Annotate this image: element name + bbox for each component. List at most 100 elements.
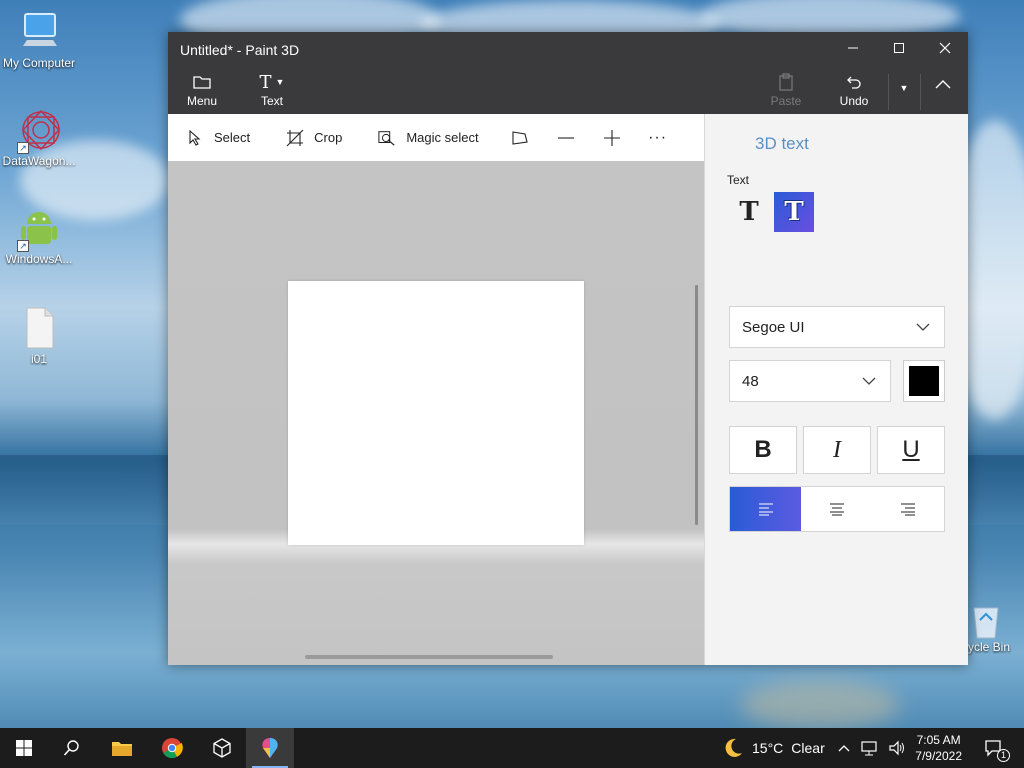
zoom-out-button[interactable]	[543, 114, 589, 161]
text-icon: T	[259, 71, 272, 93]
text-label: Text	[260, 94, 283, 108]
canvas[interactable]	[288, 281, 584, 545]
taskbar-chrome[interactable]	[148, 728, 196, 768]
folder-icon	[193, 76, 211, 89]
cube-icon	[213, 738, 231, 758]
desktop-icon-i01[interactable]: i01	[1, 306, 77, 366]
titlebar: Untitled* - Paint 3D Menu T ▼ Text Paste	[168, 32, 968, 114]
crop-tool[interactable]: Crop	[268, 114, 360, 161]
history-dropdown-button[interactable]: ▼	[894, 80, 914, 94]
chevron-up-icon[interactable]	[838, 744, 850, 752]
maximize-icon	[894, 43, 904, 53]
shortcut-arrow-icon: ↗	[17, 240, 29, 252]
undo-icon	[847, 76, 861, 89]
system-tray-icons	[838, 728, 906, 768]
close-icon	[939, 42, 951, 54]
taskbar: 15°C Clear 7:05 AM 7/9/2022 1	[0, 728, 1024, 768]
alignment-group	[729, 486, 945, 532]
canvas-area[interactable]	[168, 161, 704, 665]
3d-text-button[interactable]: T	[774, 192, 814, 232]
volume-icon[interactable]	[888, 740, 906, 756]
3d-text-panel: 3D text Text T T Segoe UI 48 B I U	[704, 114, 968, 665]
chevron-up-icon	[935, 80, 951, 89]
underline-button[interactable]: U	[877, 426, 945, 474]
taskbar-paint3d[interactable]	[246, 728, 294, 768]
close-button[interactable]	[922, 32, 968, 64]
italic-icon: I	[833, 436, 841, 463]
font-size-value: 48	[742, 372, 759, 390]
italic-button[interactable]: I	[803, 426, 871, 474]
weather-text: Clear	[791, 740, 825, 756]
shortcut-arrow-icon: ↗	[17, 142, 29, 154]
windows-logo-icon	[16, 740, 32, 756]
paste-icon	[779, 73, 793, 91]
weather-temp: 15°C	[752, 740, 784, 756]
crop-icon	[286, 129, 304, 147]
magic-select-label: Magic select	[406, 130, 479, 145]
desktop-icon-my-computer[interactable]: My Computer	[1, 10, 77, 70]
bold-button[interactable]: B	[729, 426, 797, 474]
vertical-scrollbar[interactable]	[695, 285, 698, 525]
chevron-down-icon: ▼	[899, 83, 909, 93]
chevron-down-icon: ▼	[275, 77, 285, 87]
more-options-button[interactable]: ···	[635, 114, 681, 161]
text-tool-button[interactable]: T ▼ Text	[252, 70, 292, 109]
desktop-icon-label: i01	[30, 352, 47, 366]
collapse-toolbar-button[interactable]	[930, 78, 956, 92]
magic-select-tool[interactable]: Magic select	[360, 114, 496, 161]
paste-label: Paste	[770, 94, 802, 108]
clock[interactable]: 7:05 AM 7/9/2022	[915, 732, 962, 764]
align-right-button[interactable]	[873, 487, 944, 531]
desktop-icon-recycle-bin[interactable]: cycle Bin	[962, 600, 1024, 654]
horizontal-scrollbar[interactable]	[305, 655, 553, 659]
align-center-icon	[829, 503, 844, 516]
mandala-icon: ↗	[17, 108, 61, 154]
desktop-icon-label: DataWagon...	[2, 154, 76, 168]
start-button[interactable]	[0, 728, 48, 768]
zoom-in-button[interactable]	[589, 114, 635, 161]
2d-text-button[interactable]: T	[729, 192, 769, 232]
undo-label: Undo	[839, 94, 869, 108]
bold-icon: B	[754, 436, 772, 463]
action-center-button[interactable]: 1	[974, 728, 1014, 768]
clock-date: 7/9/2022	[915, 749, 962, 763]
chrome-icon	[162, 738, 183, 759]
view-3d-button[interactable]	[497, 114, 543, 161]
align-left-button[interactable]	[730, 487, 802, 531]
text-section-label: Text	[727, 173, 750, 187]
search-icon	[63, 740, 79, 756]
magic-select-icon	[378, 129, 396, 147]
desktop-icon-windowsa[interactable]: ↗ WindowsA...	[1, 206, 77, 266]
menu-button[interactable]: Menu	[182, 70, 222, 108]
select-tool[interactable]: Select	[168, 114, 268, 161]
font-family-dropdown[interactable]: Segoe UI	[729, 306, 945, 348]
search-button[interactable]	[48, 728, 96, 768]
minimize-button[interactable]	[830, 32, 876, 64]
android-icon: ↗	[17, 206, 59, 252]
paint3d-icon	[262, 738, 278, 758]
desktop-icon-datawagon[interactable]: ↗ DataWagon...	[1, 108, 77, 168]
perspective-icon	[511, 129, 529, 147]
file-icon	[19, 306, 59, 350]
text-2d-icon: T	[739, 197, 759, 227]
taskbar-3d-viewer[interactable]	[198, 728, 246, 768]
weather-widget[interactable]: 15°C Clear	[722, 728, 825, 768]
align-center-button[interactable]	[801, 487, 872, 531]
chevron-down-icon	[916, 323, 930, 331]
notification-count: 1	[997, 749, 1010, 762]
paste-button[interactable]: Paste	[766, 70, 806, 108]
network-icon[interactable]	[860, 740, 878, 756]
undo-button[interactable]: Undo	[834, 70, 874, 108]
cursor-icon	[186, 129, 204, 147]
recycle-bin-icon	[970, 600, 1002, 640]
maximize-button[interactable]	[876, 32, 922, 64]
font-family-value: Segoe UI	[742, 318, 805, 336]
desktop-icon-label: My Computer	[2, 56, 76, 70]
monitor-icon	[19, 10, 59, 54]
crop-label: Crop	[314, 130, 343, 145]
align-right-icon	[901, 503, 916, 516]
clock-time: 7:05 AM	[916, 733, 961, 747]
font-size-dropdown[interactable]: 48	[729, 360, 891, 402]
text-color-picker[interactable]	[903, 360, 945, 402]
taskbar-file-explorer[interactable]	[98, 728, 146, 768]
